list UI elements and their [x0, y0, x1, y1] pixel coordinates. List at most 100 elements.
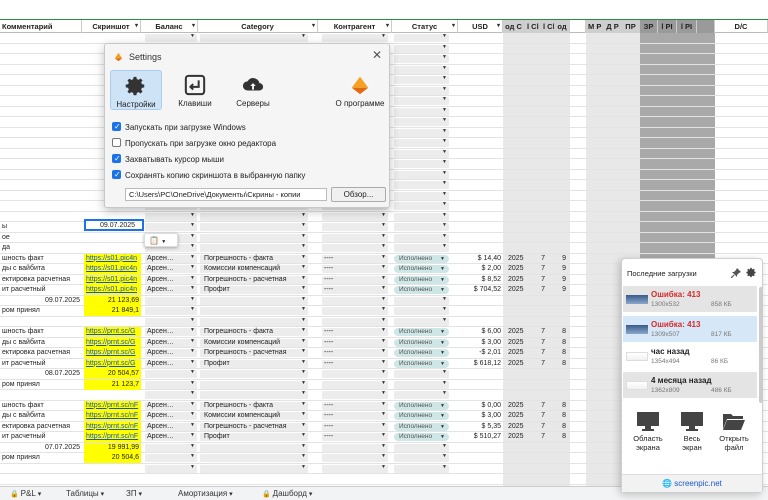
sheet-tab[interactable]: ЗП ▾ — [126, 487, 142, 500]
checkbox-unchecked[interactable] — [112, 138, 121, 148]
balance-dropdown[interactable] — [145, 390, 197, 399]
status-dropdown[interactable] — [394, 243, 449, 252]
balance-dropdown[interactable] — [145, 443, 197, 452]
category-dropdown[interactable]: Погрешность - факта — [200, 254, 308, 263]
status-dropdown[interactable] — [394, 128, 449, 137]
status-dropdown[interactable]: Исполнено — [394, 338, 449, 347]
balance-dropdown[interactable]: Арсен… — [145, 422, 197, 431]
status-dropdown[interactable] — [394, 317, 449, 326]
status-dropdown[interactable] — [394, 138, 449, 147]
chevron-down-icon[interactable]: ▾ — [137, 491, 143, 498]
tab-about[interactable]: О программе — [331, 70, 389, 110]
status-dropdown[interactable] — [394, 54, 449, 63]
category-dropdown[interactable]: Погрешность - факта — [200, 401, 308, 410]
balance-dropdown[interactable] — [145, 317, 197, 326]
capture-fullscreen-button[interactable]: Весь экран — [672, 411, 712, 452]
category-dropdown[interactable] — [200, 212, 308, 221]
column-header[interactable]: l Cl — [541, 20, 555, 33]
balance-dropdown[interactable] — [145, 296, 197, 305]
screenshot-link[interactable]: https://prnt.sc/nF — [84, 411, 141, 421]
option-capture-cursor[interactable]: Захватывать курсор мыши — [112, 153, 224, 166]
category-dropdown[interactable] — [200, 306, 308, 315]
tab-hotkeys[interactable]: Клавиши — [169, 70, 221, 110]
balance-dropdown[interactable]: Арсен… — [145, 327, 197, 336]
category-dropdown[interactable]: Профит — [200, 285, 308, 294]
column-header[interactable]: USD ▾ — [458, 20, 503, 33]
category-dropdown[interactable]: Погрешность - факта — [200, 327, 308, 336]
status-dropdown[interactable]: Исполнено — [394, 265, 449, 273]
column-header[interactable]: l Cl — [525, 20, 541, 33]
counterparty-dropdown[interactable]: ---- — [322, 348, 388, 357]
status-dropdown[interactable] — [394, 390, 449, 399]
category-dropdown[interactable]: Погрешность - расчетная — [200, 422, 308, 431]
counterparty-dropdown[interactable] — [322, 369, 388, 378]
balance-dropdown[interactable] — [145, 222, 197, 231]
counterparty-dropdown[interactable] — [322, 317, 388, 326]
counterparty-dropdown[interactable]: ---- — [322, 359, 388, 368]
screenshot-link[interactable]: https://s01.pic4n — [84, 274, 141, 285]
upload-item[interactable]: Ошибка: 413 1309x507 817 КБ — [623, 316, 757, 342]
option-skip-editor[interactable]: Пропускать при загрузке окно редактора — [112, 138, 276, 150]
category-dropdown[interactable]: Погрешность - расчетная — [200, 348, 308, 357]
tab-settings[interactable]: Настройки — [110, 70, 162, 110]
status-dropdown[interactable] — [394, 44, 449, 53]
counterparty-dropdown[interactable]: ---- — [322, 264, 388, 273]
sheet-tab[interactable]: Таблицы ▾ — [66, 487, 104, 500]
column-header[interactable] — [697, 20, 715, 33]
category-dropdown[interactable] — [200, 453, 308, 462]
counterparty-dropdown[interactable]: ---- — [322, 254, 388, 263]
option-save-copy[interactable]: Сохранять копию скриншота в выбранную па… — [112, 169, 305, 182]
category-dropdown[interactable] — [200, 380, 308, 389]
status-dropdown[interactable] — [394, 233, 449, 242]
status-dropdown[interactable] — [394, 464, 449, 473]
paste-options-button[interactable]: 📋 ▼ — [144, 233, 178, 247]
status-dropdown[interactable] — [394, 201, 449, 210]
website-link[interactable]: 🌐 screenpic.net — [622, 474, 762, 492]
column-header[interactable]: D/C — [715, 20, 768, 33]
upload-item[interactable]: 4 месяца назад 1362x809 486 КБ — [623, 372, 757, 398]
category-dropdown[interactable] — [200, 296, 308, 305]
category-dropdown[interactable] — [200, 317, 308, 326]
status-dropdown[interactable] — [394, 75, 449, 84]
category-dropdown[interactable]: Комиссии компенсаций — [200, 411, 308, 420]
column-header[interactable]: l PI — [677, 20, 697, 33]
counterparty-dropdown[interactable] — [322, 380, 388, 389]
status-dropdown[interactable]: Исполнено — [394, 275, 449, 284]
column-header[interactable]: М Р — [586, 20, 604, 33]
balance-dropdown[interactable]: Арсен… — [145, 348, 197, 357]
status-dropdown[interactable] — [394, 369, 449, 378]
status-dropdown[interactable] — [394, 33, 449, 42]
balance-dropdown[interactable]: Арсен… — [145, 275, 197, 284]
option-autostart[interactable]: Запускать при загрузке Windows — [112, 121, 246, 134]
chevron-down-icon[interactable]: ▾ — [36, 491, 42, 498]
status-dropdown[interactable]: Исполнено — [394, 286, 449, 294]
status-dropdown[interactable]: Исполнено — [394, 349, 449, 357]
column-header[interactable]: Статус ▾ — [392, 20, 458, 33]
status-dropdown[interactable] — [394, 86, 449, 95]
counterparty-dropdown[interactable] — [322, 390, 388, 399]
category-dropdown[interactable] — [200, 233, 308, 242]
balance-dropdown[interactable]: Арсен… — [145, 338, 197, 347]
status-dropdown[interactable] — [394, 212, 449, 221]
status-dropdown[interactable] — [394, 180, 449, 189]
status-dropdown[interactable]: Исполнено — [394, 401, 449, 410]
column-header[interactable]: од — [555, 20, 570, 33]
counterparty-dropdown[interactable] — [322, 243, 388, 252]
counterparty-dropdown[interactable]: ---- — [322, 285, 388, 294]
balance-dropdown[interactable] — [145, 453, 197, 462]
column-header[interactable]: ПР — [622, 20, 640, 33]
screenshot-link[interactable]: https://prnt.sc/G — [84, 327, 141, 337]
column-header[interactable]: Комментарий — [0, 20, 82, 33]
counterparty-dropdown[interactable]: ---- — [322, 432, 388, 441]
counterparty-dropdown[interactable] — [322, 296, 388, 305]
status-dropdown[interactable] — [394, 107, 449, 116]
category-dropdown[interactable]: Профит — [200, 432, 308, 441]
status-dropdown[interactable]: Исполнено — [394, 359, 449, 368]
balance-dropdown[interactable] — [145, 33, 197, 42]
status-dropdown[interactable]: Исполнено — [394, 433, 449, 441]
column-header[interactable]: Баланс ▾ — [141, 20, 198, 33]
column-header[interactable] — [570, 20, 586, 33]
counterparty-dropdown[interactable]: ---- — [322, 411, 388, 420]
column-header[interactable]: Контрагент ▾ — [318, 20, 392, 33]
balance-dropdown[interactable] — [145, 306, 197, 315]
